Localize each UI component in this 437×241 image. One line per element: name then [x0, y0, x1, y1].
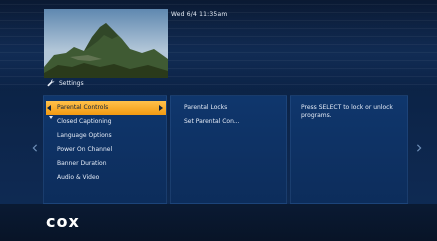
arrow-right-icon: [159, 105, 163, 111]
chevron-left-icon[interactable]: [31, 144, 39, 152]
main-menu: Parental Controls Closed Captioning Lang…: [44, 101, 168, 185]
menu-item-label: Audio & Video: [57, 174, 100, 181]
menu-item-label: Language Options: [57, 132, 112, 139]
settings-title-text: Settings: [59, 79, 84, 87]
settings-panels: Parental Controls Closed Captioning Lang…: [43, 95, 408, 204]
chevron-right-icon[interactable]: [415, 144, 423, 152]
submenu-item-set-parental-controls[interactable]: Set Parental Con...: [171, 115, 288, 129]
menu-item-banner-duration[interactable]: Banner Duration: [44, 157, 168, 171]
menu-item-label: Banner Duration: [57, 160, 107, 167]
menu-item-label: Power On Channel: [57, 146, 113, 153]
submenu-panel: Parental Locks Set Parental Con...: [170, 95, 287, 204]
menu-item-parental-controls[interactable]: Parental Controls: [46, 101, 166, 119]
cox-logo: cox: [46, 212, 80, 231]
menu-item-closed-captioning[interactable]: Closed Captioning: [44, 115, 168, 129]
main-menu-panel: Parental Controls Closed Captioning Lang…: [43, 95, 167, 204]
menu-item-audio-video[interactable]: Audio & Video: [44, 171, 168, 185]
arrow-left-icon: [47, 105, 51, 111]
settings-title: Settings: [47, 79, 84, 87]
menu-item-label: Closed Captioning: [57, 118, 112, 125]
menu-item-power-on-channel[interactable]: Power On Channel: [44, 143, 168, 157]
submenu-item-label: Set Parental Con...: [184, 118, 240, 125]
help-panel: Press SELECT to lock or unlock programs.: [290, 95, 408, 204]
menu-item-language-options[interactable]: Language Options: [44, 129, 168, 143]
submenu-item-label: Parental Locks: [184, 104, 228, 111]
mountain-image: [44, 9, 168, 78]
submenu: Parental Locks Set Parental Con...: [171, 101, 288, 129]
submenu-item-parental-locks[interactable]: Parental Locks: [171, 101, 288, 115]
hero-thumbnail: [44, 9, 168, 78]
help-text: Press SELECT to lock or unlock programs.: [301, 104, 393, 119]
datetime-label: Wed 6/4 11:35am: [171, 11, 228, 18]
menu-item-label: Parental Controls: [57, 104, 109, 111]
wrench-icon: [47, 79, 55, 87]
